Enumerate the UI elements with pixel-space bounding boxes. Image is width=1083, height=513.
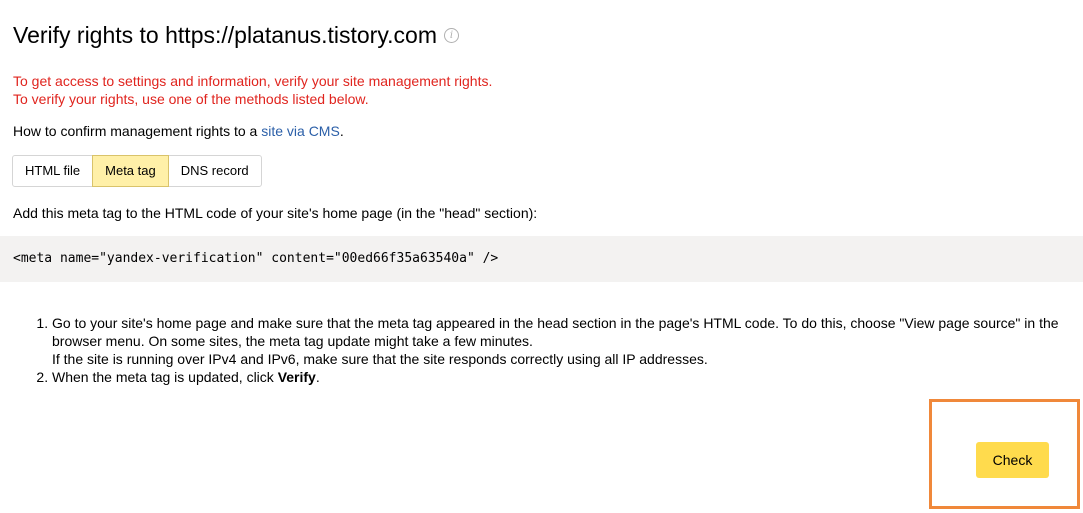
step-item-1: Go to your site's home page and make sur… [52, 314, 1067, 368]
site-via-cms-link[interactable]: site via CMS [261, 123, 340, 139]
warning-line-1: To get access to settings and informatio… [13, 73, 493, 89]
step-2-verify-word: Verify [277, 369, 316, 385]
warning-line-2: To verify your rights, use one of the me… [13, 91, 369, 107]
howto-text: How to confirm management rights to a si… [13, 122, 344, 140]
verification-method-tabs: HTML file Meta tag DNS record [12, 155, 262, 187]
step-1-ip-note: If the site is running over IPv4 and IPv… [52, 351, 708, 367]
verification-warning: To get access to settings and informatio… [13, 72, 492, 108]
page-title: Verify rights to https://platanus.tistor… [13, 22, 459, 49]
info-icon[interactable]: i [443, 28, 459, 43]
page-title-text: Verify rights to https://platanus.tistor… [13, 22, 437, 48]
step-1-text: Go to your site's home page and make sur… [52, 315, 1059, 349]
tab-meta-tag[interactable]: Meta tag [92, 155, 169, 187]
step-item-2: When the meta tag is updated, click Veri… [52, 368, 1067, 386]
tab-html-file[interactable]: HTML file [12, 155, 94, 187]
check-button[interactable]: Check [976, 442, 1049, 478]
step-2-suffix: . [315, 369, 320, 385]
verification-steps: Go to your site's home page and make sur… [37, 314, 1067, 386]
meta-tag-code[interactable]: <meta name="yandex-verification" content… [0, 236, 1083, 282]
tab-dns-record[interactable]: DNS record [167, 155, 262, 187]
step-2-prefix: When the meta tag is updated, click [52, 369, 278, 385]
meta-tag-instruction: Add this meta tag to the HTML code of yo… [13, 205, 538, 221]
howto-suffix: . [339, 123, 344, 139]
howto-prefix: How to confirm management rights to a [13, 123, 262, 139]
